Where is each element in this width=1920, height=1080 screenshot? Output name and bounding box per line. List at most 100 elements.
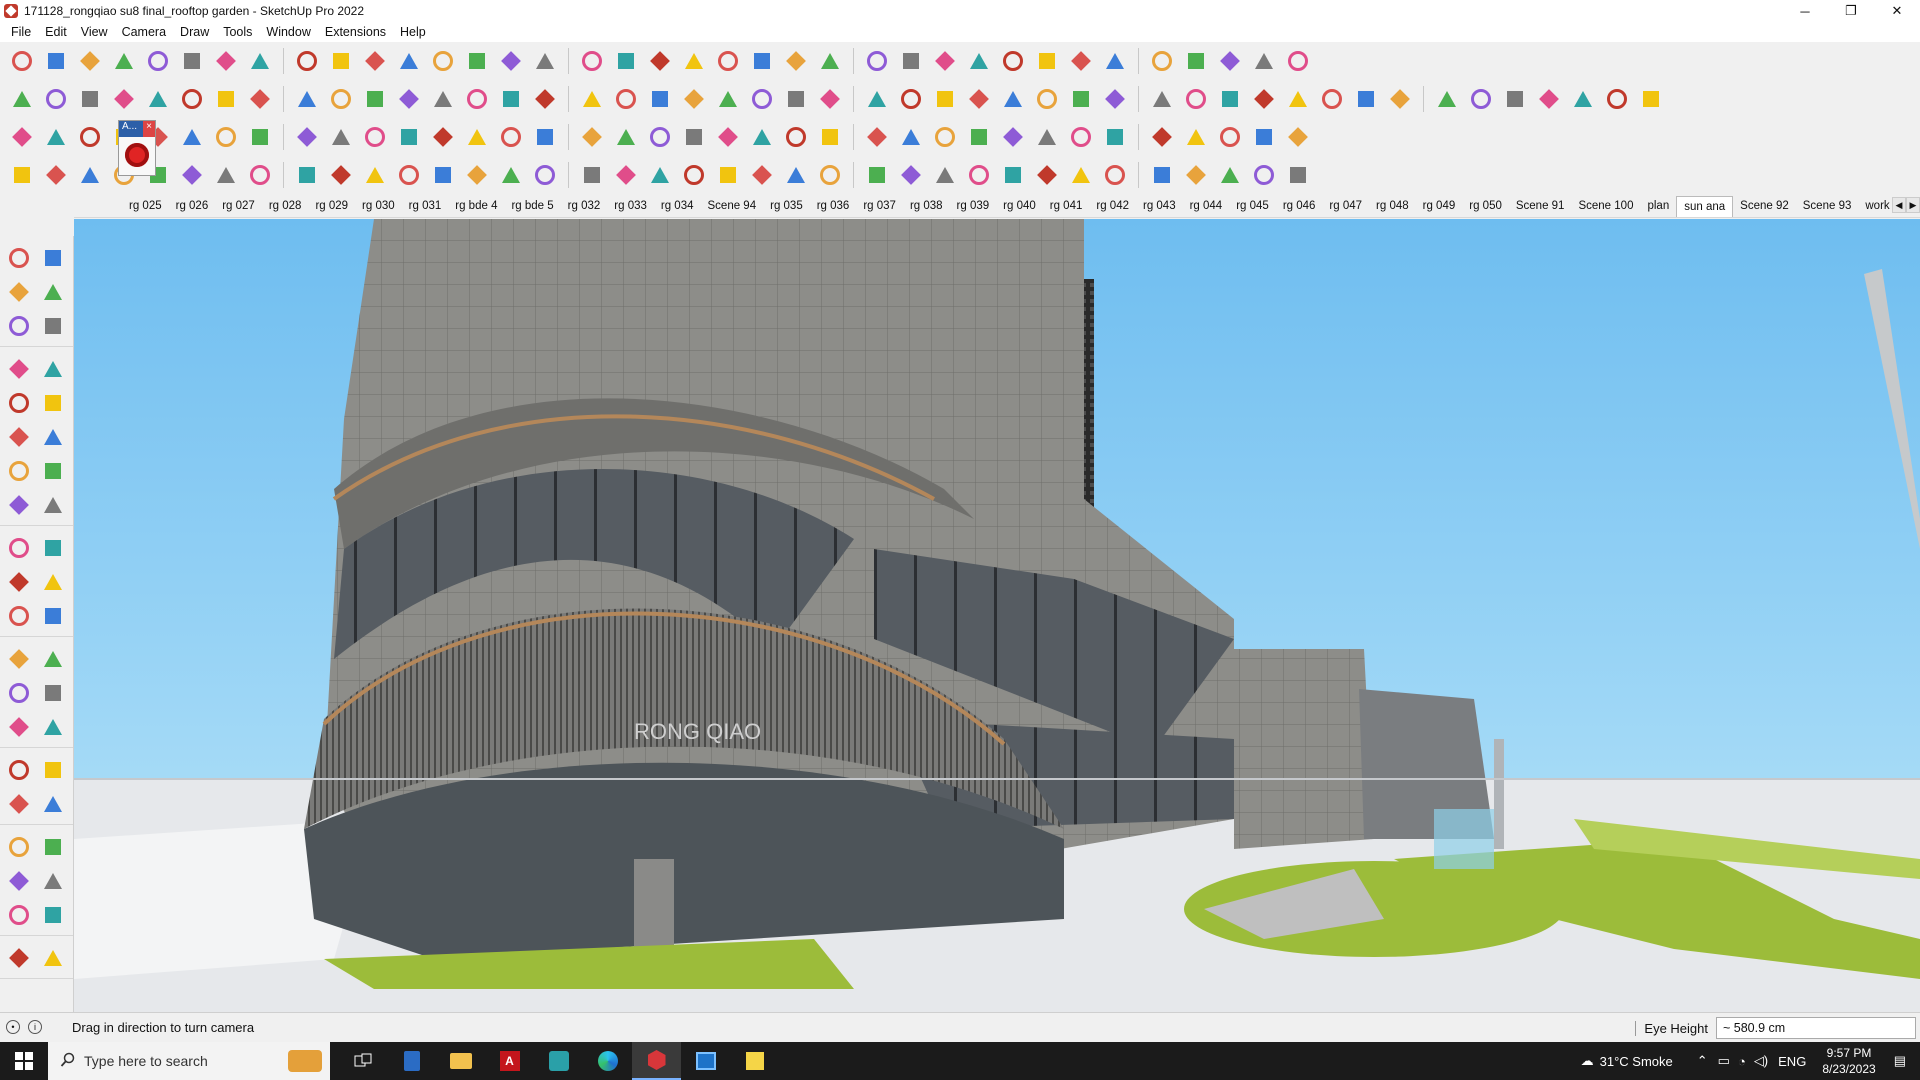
plugin-7-icon[interactable] <box>999 85 1027 113</box>
menu-file[interactable]: File <box>4 25 38 39</box>
line-icon[interactable] <box>144 47 172 75</box>
geo-location-icon[interactable]: • <box>6 1020 20 1034</box>
offset-icon[interactable] <box>37 600 69 632</box>
curve-7-icon[interactable] <box>212 161 240 189</box>
move-icon[interactable] <box>3 532 35 564</box>
curve-30-icon[interactable] <box>1033 161 1061 189</box>
plugin-11-icon[interactable] <box>1148 85 1176 113</box>
curve-31-icon[interactable] <box>1067 161 1095 189</box>
top-view-icon[interactable] <box>42 85 70 113</box>
blank-slot-33-icon[interactable] <box>1148 123 1176 151</box>
sketchup-taskbar-icon[interactable] <box>632 1042 681 1080</box>
select-icon[interactable] <box>42 47 70 75</box>
right-view-icon[interactable] <box>110 85 138 113</box>
blank-slot-14-icon[interactable] <box>463 123 491 151</box>
plugin-19-icon[interactable] <box>1433 85 1461 113</box>
left-view-icon[interactable] <box>178 85 206 113</box>
notifications-icon[interactable]: ▤ <box>1894 1053 1906 1069</box>
scene-tab[interactable]: Scene 91 <box>1509 200 1572 212</box>
photos-icon[interactable] <box>681 1042 730 1080</box>
orbit-icon[interactable] <box>646 47 674 75</box>
curve-12-icon[interactable] <box>395 161 423 189</box>
sandbox-6-icon[interactable] <box>429 85 457 113</box>
extension-3-icon[interactable] <box>1067 47 1095 75</box>
scene-tab[interactable]: rg 025 <box>122 200 169 212</box>
blank-slot-15-icon[interactable] <box>497 123 525 151</box>
solid-union-icon[interactable] <box>3 942 35 974</box>
scene-tab[interactable]: rg 029 <box>308 200 355 212</box>
look-around-icon[interactable] <box>37 865 69 897</box>
curve-1-icon[interactable] <box>8 161 36 189</box>
curve-15-icon[interactable] <box>497 161 525 189</box>
plugin-10-icon[interactable] <box>1101 85 1129 113</box>
line-dropdown-icon[interactable] <box>178 47 206 75</box>
plugin-18-icon[interactable] <box>1386 85 1414 113</box>
blank-slot-35-icon[interactable] <box>1216 123 1244 151</box>
scene-tab[interactable]: rg bde 4 <box>448 200 504 212</box>
tape-measure-icon[interactable] <box>531 47 559 75</box>
layers-icon[interactable] <box>863 47 891 75</box>
acrobat-icon[interactable]: A <box>485 1042 534 1080</box>
move-icon[interactable] <box>429 47 457 75</box>
scene-tab[interactable]: rg 030 <box>355 200 402 212</box>
plugin-24-icon[interactable] <box>1603 85 1631 113</box>
blank-slot-31-icon[interactable] <box>1067 123 1095 151</box>
curve-24-icon[interactable] <box>816 161 844 189</box>
blank-slot-34-icon[interactable] <box>1182 123 1210 151</box>
make-component-icon[interactable] <box>3 310 35 342</box>
weather-icon[interactable]: ☁ <box>1581 1053 1594 1069</box>
scene-tab[interactable]: rg 041 <box>1043 200 1090 212</box>
plugin-22-icon[interactable] <box>1535 85 1563 113</box>
pan-icon[interactable] <box>37 754 69 786</box>
dimension-icon[interactable] <box>3 677 35 709</box>
scene-tab[interactable]: rg 046 <box>1276 200 1323 212</box>
follow-me-icon[interactable] <box>395 47 423 75</box>
task-view-icon[interactable] <box>338 1042 387 1080</box>
scene-tab[interactable]: rg 037 <box>856 200 903 212</box>
curve-19-icon[interactable] <box>646 161 674 189</box>
curve-23-icon[interactable] <box>782 161 810 189</box>
orbit-2-icon[interactable] <box>3 754 35 786</box>
sandbox-8-icon[interactable] <box>497 85 525 113</box>
blank-slot-25-icon[interactable] <box>863 123 891 151</box>
scene-tab[interactable]: plan <box>1640 200 1676 212</box>
plugin-25-icon[interactable] <box>1637 85 1665 113</box>
zoom-extents-icon[interactable] <box>3 831 35 863</box>
curve-17-icon[interactable] <box>578 161 606 189</box>
sandbox-2-icon[interactable] <box>293 85 321 113</box>
follow-me-icon[interactable] <box>37 566 69 598</box>
scene-scroll-left-icon[interactable]: ◀ <box>1892 197 1906 213</box>
curve-22-icon[interactable] <box>748 161 776 189</box>
curve-10-icon[interactable] <box>327 161 355 189</box>
blank-slot-18-icon[interactable] <box>612 123 640 151</box>
plugin-8-icon[interactable] <box>1033 85 1061 113</box>
scene-tab[interactable]: rg 031 <box>402 200 449 212</box>
eraser-icon[interactable] <box>110 47 138 75</box>
styles-icon[interactable] <box>897 47 925 75</box>
blank-slot-30-icon[interactable] <box>1033 123 1061 151</box>
curve-27-icon[interactable] <box>931 161 959 189</box>
menu-draw[interactable]: Draw <box>173 25 216 39</box>
curve-18-icon[interactable] <box>612 161 640 189</box>
info-icon[interactable]: i <box>28 1020 42 1034</box>
line-icon[interactable] <box>3 353 35 385</box>
blank-slot-20-icon[interactable] <box>680 123 708 151</box>
three-point-arc-icon[interactable] <box>37 489 69 521</box>
scene-tab[interactable]: rg 048 <box>1369 200 1416 212</box>
menu-window[interactable]: Window <box>259 25 317 39</box>
extension-7-icon[interactable] <box>1216 47 1244 75</box>
curve-2-icon[interactable] <box>42 161 70 189</box>
plugin-6-icon[interactable] <box>965 85 993 113</box>
curve-11-icon[interactable] <box>361 161 389 189</box>
curve-29-icon[interactable] <box>999 161 1027 189</box>
scene-tab[interactable]: rg 043 <box>1136 200 1183 212</box>
menu-camera[interactable]: Camera <box>115 25 173 39</box>
extension-4-icon[interactable] <box>1101 47 1129 75</box>
freehand-icon[interactable] <box>37 353 69 385</box>
store-app-icon[interactable] <box>534 1042 583 1080</box>
plugin-12-icon[interactable] <box>1182 85 1210 113</box>
curve-25-icon[interactable] <box>863 161 891 189</box>
plugin-15-icon[interactable] <box>1284 85 1312 113</box>
menu-view[interactable]: View <box>74 25 115 39</box>
rectangle-icon[interactable] <box>3 387 35 419</box>
